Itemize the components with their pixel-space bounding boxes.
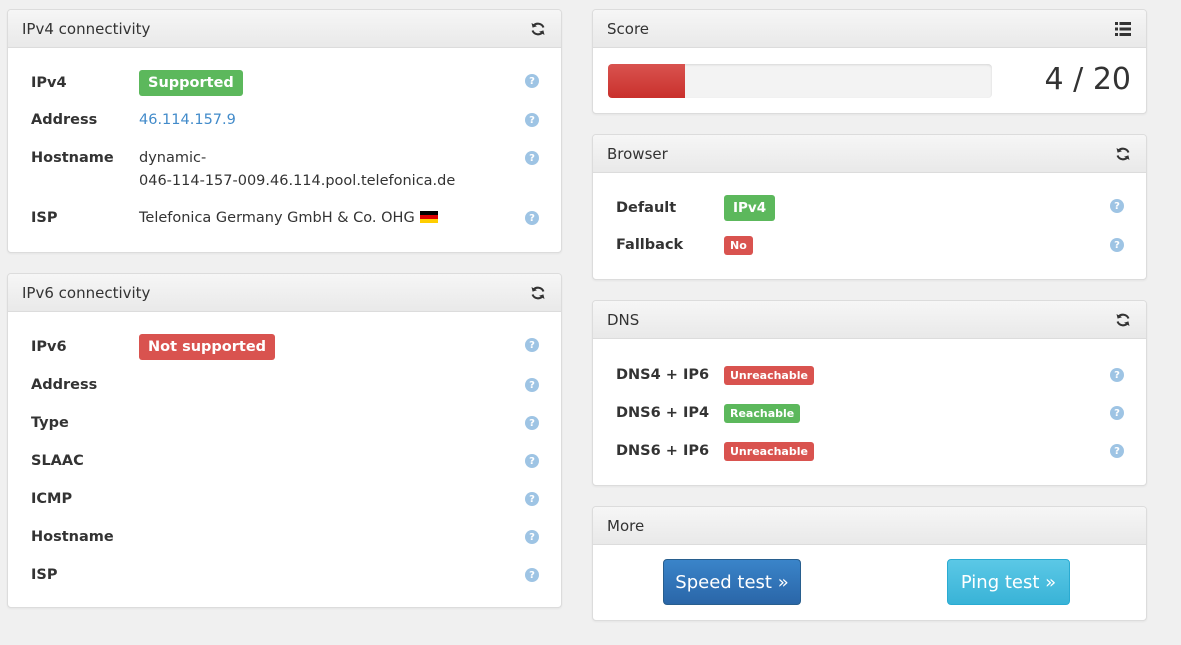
help-icon[interactable]: ? xyxy=(525,211,539,225)
ipv6-panel-title: IPv6 connectivity xyxy=(22,283,151,302)
dns4-ip6-label: DNS4 + IP6 xyxy=(616,367,710,383)
browser-panel-heading: Browser xyxy=(593,135,1146,173)
german-flag-icon xyxy=(419,211,438,223)
browser-row-fallback: Fallback No ? xyxy=(616,234,1124,257)
ipv4-panel-title: IPv4 connectivity xyxy=(22,19,151,38)
more-panel-title: More xyxy=(607,516,645,535)
ping-test-button[interactable]: Ping test » xyxy=(947,559,1070,605)
refresh-icon[interactable] xyxy=(1114,145,1132,163)
help-icon[interactable]: ? xyxy=(525,74,539,88)
browser-panel-title: Browser xyxy=(607,144,668,163)
score-progress-fill xyxy=(608,64,685,98)
help-icon[interactable]: ? xyxy=(1110,444,1124,458)
help-icon[interactable]: ? xyxy=(525,338,539,352)
type-label: Type xyxy=(31,415,69,431)
more-panel-heading: More xyxy=(593,507,1146,545)
address-label: Address xyxy=(31,112,98,128)
ipv4-row-ipv4: IPv4 Supported ? xyxy=(31,70,539,96)
help-icon[interactable]: ? xyxy=(525,454,539,468)
dns6-ip4-reachable-badge: Reachable xyxy=(724,404,801,423)
ipv4-supported-badge: Supported xyxy=(139,70,243,96)
ipv6-panel: IPv6 connectivity IPv6 Not supported ? A… xyxy=(7,273,562,608)
ipv6-not-supported-badge: Not supported xyxy=(139,334,276,360)
ipv6-row-hostname: Hostname ? xyxy=(31,526,539,549)
ipv6-row-address: Address ? xyxy=(31,374,539,397)
dns4-ip6-unreachable-badge: Unreachable xyxy=(724,366,814,385)
score-panel-title: Score xyxy=(607,19,650,38)
ipv4-label: IPv4 xyxy=(31,75,67,91)
score-progress-bar xyxy=(608,64,992,98)
help-icon[interactable]: ? xyxy=(1110,199,1124,213)
hostname-value-line2: 046-114-157-009.46.114.pool.telefonica.d… xyxy=(139,173,456,189)
dns6-ip6-label: DNS6 + IP6 xyxy=(616,443,710,459)
help-icon[interactable]: ? xyxy=(525,113,539,127)
hostname-label: Hostname xyxy=(31,529,114,545)
help-icon[interactable]: ? xyxy=(525,530,539,544)
dns-panel-title: DNS xyxy=(607,310,640,329)
dns6-ip4-label: DNS6 + IP4 xyxy=(616,405,710,421)
help-icon[interactable]: ? xyxy=(525,492,539,506)
default-label: Default xyxy=(616,200,677,216)
ipv4-row-hostname: Hostname dynamic- 046-114-157-009.46.114… xyxy=(31,147,539,193)
ipv4-row-address: Address 46.114.157.9 ? xyxy=(31,109,539,132)
speed-test-button[interactable]: Speed test » xyxy=(663,559,801,605)
isp-value: Telefonica Germany GmbH & Co. OHG xyxy=(139,210,415,226)
dns6-ip6-unreachable-badge: Unreachable xyxy=(724,442,814,461)
more-panel: More Speed test » Ping test » xyxy=(592,506,1147,621)
ipv6-panel-heading: IPv6 connectivity xyxy=(8,274,561,312)
default-ipv4-badge: IPv4 xyxy=(724,195,776,221)
refresh-icon[interactable] xyxy=(1114,311,1132,329)
help-icon[interactable]: ? xyxy=(525,378,539,392)
isp-label: ISP xyxy=(31,210,58,226)
slaac-label: SLAAC xyxy=(31,453,84,469)
help-icon[interactable]: ? xyxy=(1110,368,1124,382)
fallback-no-badge: No xyxy=(724,236,753,255)
dns-row-dns6-ip6: DNS6 + IP6 Unreachable ? xyxy=(616,440,1124,463)
score-panel-heading: Score xyxy=(593,10,1146,48)
ipv6-row-type: Type ? xyxy=(31,412,539,435)
ipv6-row-icmp: ICMP ? xyxy=(31,488,539,511)
hostname-label: Hostname xyxy=(31,150,114,166)
ipv4-address-link[interactable]: 46.114.157.9 xyxy=(139,109,539,132)
hostname-value-line1: dynamic- xyxy=(139,150,207,166)
score-panel: Score 4 / 20 xyxy=(592,9,1147,114)
help-icon[interactable]: ? xyxy=(525,416,539,430)
ipv4-row-isp: ISP Telefonica Germany GmbH & Co. OHG ? xyxy=(31,207,539,230)
help-icon[interactable]: ? xyxy=(525,151,539,165)
dns-panel-heading: DNS xyxy=(593,301,1146,339)
browser-panel: Browser Default IPv4 ? Fallback No ? xyxy=(592,134,1147,280)
dns-row-dns4-ip6: DNS4 + IP6 Unreachable ? xyxy=(616,364,1124,387)
refresh-icon[interactable] xyxy=(529,20,547,38)
ipv6-label: IPv6 xyxy=(31,339,67,355)
help-icon[interactable]: ? xyxy=(1110,238,1124,252)
ipv6-row-ipv6: IPv6 Not supported ? xyxy=(31,334,539,360)
dns-panel: DNS DNS4 + IP6 Unreachable ? DNS6 + IP4 … xyxy=(592,300,1147,486)
score-value: 4 / 20 xyxy=(1044,62,1131,97)
help-icon[interactable]: ? xyxy=(1110,406,1124,420)
list-icon[interactable] xyxy=(1114,20,1132,38)
ipv6-row-slaac: SLAAC ? xyxy=(31,450,539,473)
ipv4-panel: IPv4 connectivity IPv4 Supported ? Addre… xyxy=(7,9,562,253)
refresh-icon[interactable] xyxy=(529,284,547,302)
hostname-value: dynamic- 046-114-157-009.46.114.pool.tel… xyxy=(139,147,539,193)
icmp-label: ICMP xyxy=(31,491,73,507)
ipv6-row-isp: ISP ? xyxy=(31,564,539,587)
fallback-label: Fallback xyxy=(616,237,684,253)
address-label: Address xyxy=(31,377,98,393)
ipv4-panel-heading: IPv4 connectivity xyxy=(8,10,561,48)
browser-row-default: Default IPv4 ? xyxy=(616,195,1124,221)
isp-label: ISP xyxy=(31,567,58,583)
help-icon[interactable]: ? xyxy=(525,568,539,582)
dns-row-dns6-ip4: DNS6 + IP4 Reachable ? xyxy=(616,402,1124,425)
